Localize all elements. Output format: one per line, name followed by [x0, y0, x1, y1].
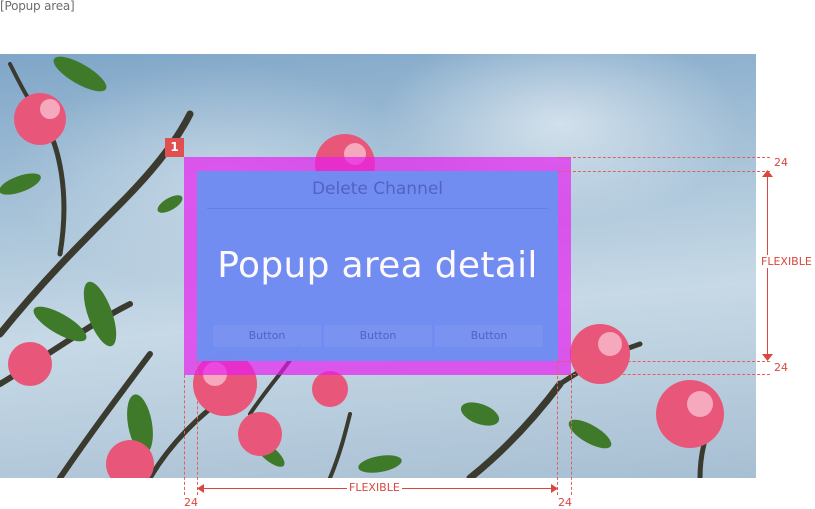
- guide-line-right-inner: [557, 361, 558, 495]
- width-arrow-left-icon: [197, 484, 204, 493]
- dimension-top-margin: 24: [774, 156, 788, 169]
- popup-detail-label: Popup area detail: [217, 245, 538, 286]
- dimension-height: FLEXIBLE: [759, 255, 814, 268]
- popup-area-detail: Delete Channel Popup area detail Button …: [197, 171, 558, 361]
- height-arrow-down-icon: [762, 354, 773, 361]
- width-arrow-right-icon: [551, 484, 558, 493]
- guide-line-left-inner: [197, 361, 198, 495]
- dimension-bottom-margin: 24: [774, 361, 788, 374]
- popup-button-1[interactable]: Button: [213, 325, 321, 347]
- height-arrow-up-icon: [762, 170, 773, 177]
- guide-line-bottom-inner: [558, 361, 770, 362]
- dimension-right-margin: 24: [558, 496, 572, 509]
- guide-line-left-outer: [184, 375, 185, 495]
- guide-line-bottom-outer: [558, 374, 770, 375]
- callout-badge: 1: [165, 138, 184, 157]
- guide-line-right-outer: [571, 375, 572, 495]
- guide-line-top-inner: [558, 171, 770, 172]
- guide-line-top-outer: [558, 157, 770, 158]
- popup-title: Delete Channel: [311, 179, 444, 199]
- popup-title-divider: [207, 208, 548, 209]
- popup-button-2[interactable]: Button: [324, 325, 432, 347]
- page-caption: [Popup area]: [0, 0, 75, 13]
- popup-button-3[interactable]: Button: [435, 325, 543, 347]
- dimension-left-margin: 24: [184, 496, 198, 509]
- dimension-width: FLEXIBLE: [347, 481, 402, 494]
